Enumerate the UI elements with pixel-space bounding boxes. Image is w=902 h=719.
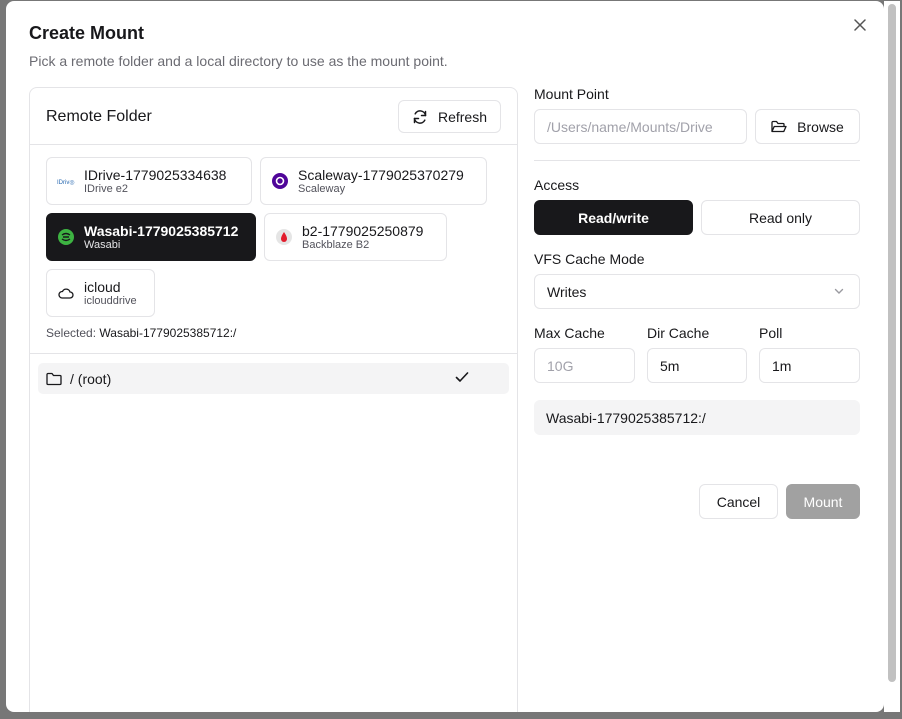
poll-input[interactable] bbox=[759, 348, 860, 383]
vfs-cache-mode-label: VFS Cache Mode bbox=[534, 251, 645, 267]
browse-label: Browse bbox=[797, 118, 844, 135]
backblaze-logo-icon bbox=[275, 228, 293, 246]
poll-label: Poll bbox=[759, 325, 783, 341]
dir-cache-input[interactable] bbox=[647, 348, 747, 383]
remote-type: iclouddrive bbox=[84, 294, 137, 307]
remote-name: IDrive-1779025334638 bbox=[84, 166, 227, 183]
vfs-cache-mode-select[interactable]: Writes bbox=[534, 274, 860, 309]
folder-icon bbox=[46, 372, 62, 385]
wasabi-logo-icon bbox=[57, 228, 75, 246]
remote-card-icloud[interactable]: icloud iclouddrive bbox=[46, 269, 155, 317]
remote-name: b2-1779025250879 bbox=[302, 222, 424, 239]
access-read-only-button[interactable]: Read only bbox=[701, 200, 860, 235]
dir-cache-label: Dir Cache bbox=[647, 325, 710, 341]
cloud-icon bbox=[57, 284, 75, 302]
remote-name: Wasabi-1779025385712 bbox=[84, 222, 239, 239]
close-button[interactable] bbox=[850, 15, 870, 35]
mount-point-label: Mount Point bbox=[534, 86, 609, 102]
selected-value: Wasabi-1779025385712:/ bbox=[99, 326, 237, 340]
dialog-subtitle: Pick a remote folder and a local directo… bbox=[29, 53, 448, 69]
remote-type: IDrive e2 bbox=[84, 182, 129, 195]
selected-remote-line: Selected: Wasabi-1779025385712:/ bbox=[46, 326, 236, 340]
mount-point-input[interactable] bbox=[534, 109, 747, 144]
vfs-cache-mode-value: Writes bbox=[547, 283, 587, 300]
panel-divider bbox=[30, 353, 517, 354]
remote-type: Scaleway bbox=[298, 182, 346, 195]
selected-prefix: Selected: bbox=[46, 326, 97, 340]
folder-label: / (root) bbox=[70, 370, 112, 387]
folder-open-icon bbox=[771, 120, 787, 132]
max-cache-label: Max Cache bbox=[534, 325, 605, 341]
max-cache-input[interactable] bbox=[534, 348, 635, 383]
access-label: Access bbox=[534, 177, 580, 193]
chevron-down-icon bbox=[834, 288, 844, 294]
refresh-button[interactable]: Refresh bbox=[398, 100, 501, 133]
scaleway-logo-icon bbox=[271, 172, 289, 190]
close-icon bbox=[854, 19, 866, 31]
dialog-title: Create Mount bbox=[29, 23, 145, 43]
remote-path-preview: Wasabi-1779025385712:/ bbox=[534, 400, 860, 435]
mount-button[interactable]: Mount bbox=[786, 484, 860, 519]
check-icon bbox=[455, 372, 469, 382]
refresh-label: Refresh bbox=[437, 108, 488, 125]
remote-card-idrive[interactable]: IDriv◎ IDrive-1779025334638 IDrive e2 bbox=[46, 157, 252, 205]
remote-card-scaleway[interactable]: Scaleway-1779025370279 Scaleway bbox=[260, 157, 487, 205]
remote-name: icloud bbox=[84, 278, 121, 295]
svg-text:IDriv◎: IDriv◎ bbox=[57, 180, 75, 186]
remote-card-b2[interactable]: b2-1779025250879 Backblaze B2 bbox=[264, 213, 447, 261]
remote-folder-header: Remote Folder Refresh bbox=[30, 88, 517, 145]
remote-folder-panel: Remote Folder Refresh IDriv◎ IDrive-1779… bbox=[29, 87, 518, 712]
refresh-icon bbox=[413, 109, 427, 124]
remote-card-wasabi[interactable]: Wasabi-1779025385712 Wasabi bbox=[46, 213, 256, 261]
browse-button[interactable]: Browse bbox=[755, 109, 860, 144]
remote-name: Scaleway-1779025370279 bbox=[298, 166, 464, 183]
access-read-write-button[interactable]: Read/write bbox=[534, 200, 693, 235]
remote-type: Wasabi bbox=[84, 238, 121, 251]
dialog-scrollbar-thumb[interactable] bbox=[888, 4, 896, 682]
remote-type: Backblaze B2 bbox=[302, 238, 370, 251]
cancel-button[interactable]: Cancel bbox=[699, 484, 778, 519]
remote-folder-title: Remote Folder bbox=[46, 108, 152, 125]
section-divider bbox=[534, 160, 860, 161]
idrive-logo-icon: IDriv◎ bbox=[57, 172, 75, 190]
folder-row-root[interactable]: / (root) bbox=[38, 363, 509, 394]
create-mount-dialog: Create Mount Pick a remote folder and a … bbox=[6, 1, 884, 712]
